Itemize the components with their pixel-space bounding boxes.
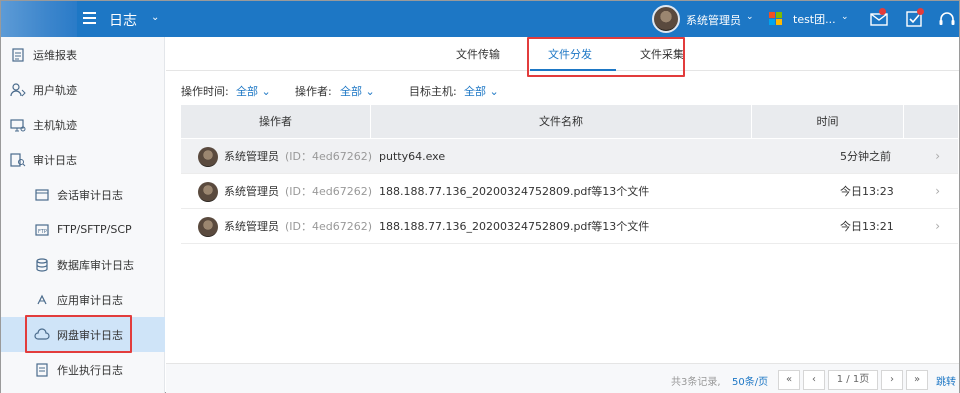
sidebar-item-report[interactable]: 运维报表: [1, 37, 165, 72]
table-row[interactable]: 系统管理员 (ID：4ed67262) putty64.exe 5分钟之前 ›: [181, 139, 958, 174]
top-bar: 日志 ⌄ 系统管理员 ⌄ test团... ⌄: [1, 1, 959, 37]
column-header-filename: 文件名称: [371, 105, 752, 138]
row-time: 今日13:21: [840, 220, 894, 233]
first-page-button[interactable]: «: [778, 370, 800, 390]
avatar: [198, 147, 218, 167]
total-records: 共3条记录,: [671, 377, 721, 388]
app-icon: [33, 291, 51, 309]
sidebar-item-label: 数据库审计日志: [57, 258, 134, 272]
org-menu-chevron-icon[interactable]: ⌄: [841, 12, 849, 22]
chevron-right-icon[interactable]: ›: [935, 139, 940, 174]
operator-filter-label: 操作者:: [295, 85, 332, 98]
last-page-button[interactable]: »: [906, 370, 928, 390]
org-logo-icon: [769, 12, 782, 25]
avatar: [198, 182, 218, 202]
user-name[interactable]: 系统管理员: [686, 12, 741, 28]
task-badge: [917, 8, 924, 15]
next-page-button[interactable]: ›: [881, 370, 903, 390]
time-filter-dropdown[interactable]: 全部 ⌄: [236, 83, 271, 99]
operator-filter-dropdown[interactable]: 全部 ⌄: [340, 83, 375, 99]
jump-link[interactable]: 跳转: [936, 373, 956, 388]
table-row[interactable]: 系统管理员 (ID：4ed67262) 188.188.77.136_20200…: [181, 174, 958, 209]
user-menu-chevron-icon[interactable]: ⌄: [746, 12, 754, 22]
notification-badge: [879, 8, 886, 15]
org-name[interactable]: test团...: [793, 11, 836, 27]
user-track-icon: [9, 81, 27, 99]
chevron-right-icon[interactable]: ›: [935, 174, 940, 209]
page-size-selector[interactable]: 50条/页: [732, 373, 768, 388]
sidebar-item-ftp[interactable]: FTP FTP/SFTP/SCP: [1, 212, 165, 247]
row-operator-id: (ID：4ed67262): [285, 150, 373, 163]
page-info: 1 / 1页: [828, 370, 878, 390]
sidebar-item-label: 会话审计日志: [57, 188, 123, 202]
sidebar-item-session-audit[interactable]: 会话审计日志: [1, 177, 165, 212]
sidebar-item-host-track[interactable]: 主机轨迹: [1, 107, 165, 142]
avatar: [198, 217, 218, 237]
column-header-time: 时间: [752, 105, 904, 138]
time-filter-label: 操作时间:: [181, 85, 229, 98]
database-icon: [33, 256, 51, 274]
avatar[interactable]: [652, 5, 680, 33]
sidebar-item-label: 应用审计日志: [57, 293, 123, 307]
sidebar-item-label: 作业执行日志: [57, 363, 123, 377]
job-icon: [33, 361, 51, 379]
row-operator-id: (ID：4ed67262): [285, 185, 373, 198]
row-filename: 188.188.77.136_20200324752809.pdf等13个文件: [379, 185, 650, 198]
sidebar-item-label: FTP/SFTP/SCP: [57, 223, 132, 236]
row-operator-id: (ID：4ed67262): [285, 220, 373, 233]
row-operator: 系统管理员: [224, 185, 279, 198]
column-header-operator: 操作者: [181, 105, 371, 138]
prev-page-button[interactable]: ‹: [803, 370, 825, 390]
row-time: 5分钟之前: [840, 150, 891, 163]
row-filename: putty64.exe: [379, 150, 446, 163]
table-row[interactable]: 系统管理员 (ID：4ed67262) 188.188.77.136_20200…: [181, 209, 958, 244]
sidebar-item-label: 主机轨迹: [33, 118, 77, 132]
sidebar-item-label: 审计日志: [33, 153, 77, 167]
ftp-icon: FTP: [33, 221, 51, 239]
headset-icon[interactable]: [937, 9, 957, 29]
highlight-box: [25, 315, 132, 353]
host-filter-dropdown[interactable]: 全部 ⌄: [464, 83, 499, 99]
sidebar-item-label: 用户轨迹: [33, 83, 77, 97]
sidebar-item-label: 运维报表: [33, 48, 77, 62]
logo: [1, 1, 77, 37]
chevron-right-icon[interactable]: ›: [935, 209, 940, 244]
sidebar-item-audit[interactable]: 审计日志: [1, 142, 165, 177]
audit-icon: [9, 151, 27, 169]
pagination: 共3条记录, 50条/页 « ‹ 1 / 1页 › » 跳转: [166, 363, 959, 393]
svg-text:FTP: FTP: [38, 229, 47, 235]
tab-file-transfer[interactable]: 文件传输: [456, 46, 500, 62]
report-icon: [9, 46, 27, 64]
sidebar-item-database-audit[interactable]: 数据库审计日志: [1, 247, 165, 282]
highlight-box: [527, 37, 685, 77]
menu-icon[interactable]: [83, 12, 96, 24]
main-panel: 文件传输 文件分发 文件采集 操作时间: 全部 ⌄ 操作者: 全部 ⌄ 目标主机…: [166, 37, 959, 393]
host-filter-label: 目标主机:: [409, 85, 457, 98]
sidebar-item-user-track[interactable]: 用户轨迹: [1, 72, 165, 107]
sidebar-item-app-audit[interactable]: 应用审计日志: [1, 282, 165, 317]
session-icon: [33, 186, 51, 204]
table-header: 操作者 文件名称 时间: [181, 105, 958, 138]
chevron-down-icon[interactable]: ⌄: [151, 12, 159, 23]
row-operator: 系统管理员: [224, 150, 279, 163]
row-operator: 系统管理员: [224, 220, 279, 233]
host-track-icon: [9, 116, 27, 134]
row-time: 今日13:23: [840, 185, 894, 198]
mail-icon[interactable]: [869, 8, 889, 29]
sidebar-item-job-log[interactable]: 作业执行日志: [1, 352, 165, 387]
app-title: 日志: [109, 13, 137, 29]
checklist-icon[interactable]: [904, 8, 924, 29]
row-filename: 188.188.77.136_20200324752809.pdf等13个文件: [379, 220, 650, 233]
